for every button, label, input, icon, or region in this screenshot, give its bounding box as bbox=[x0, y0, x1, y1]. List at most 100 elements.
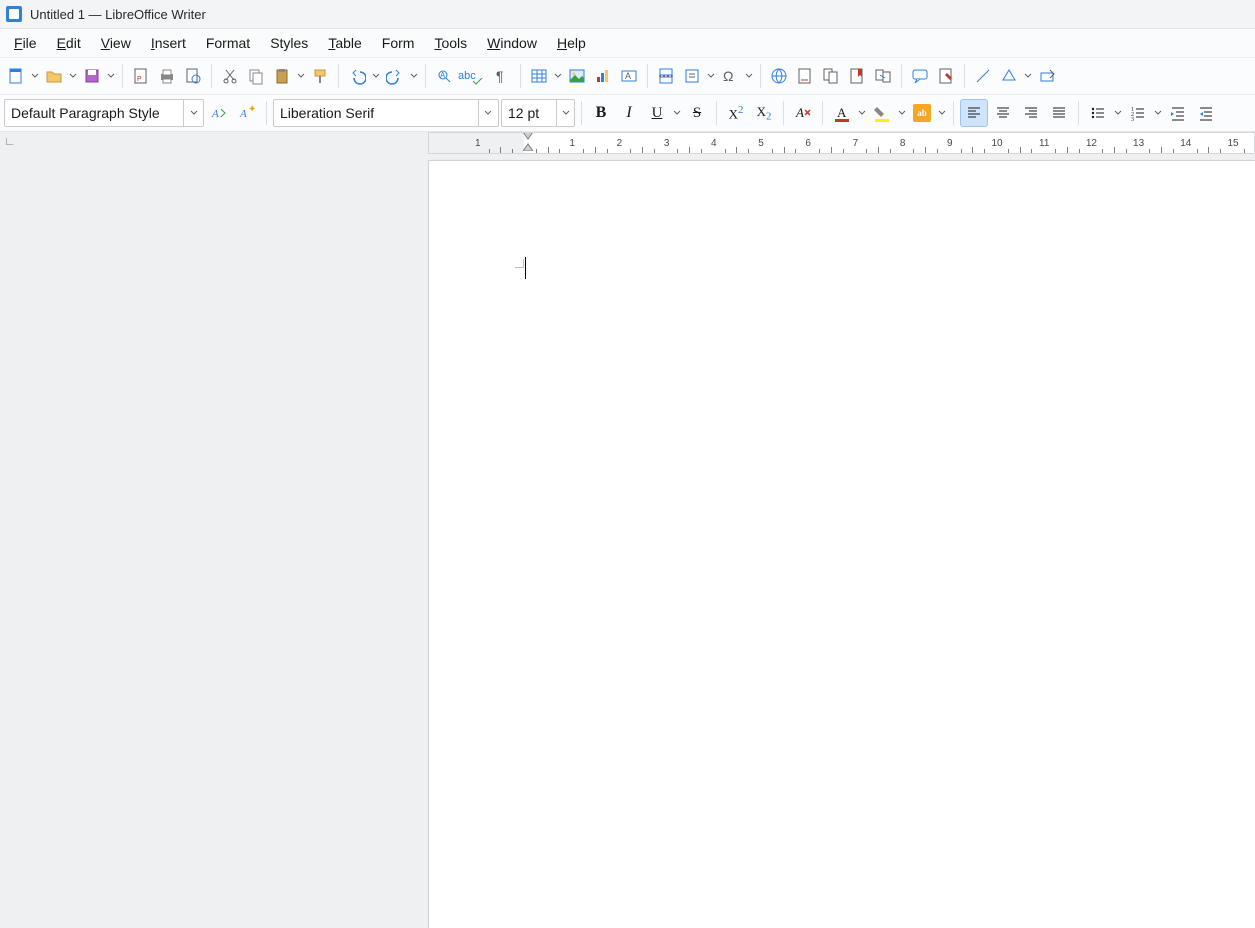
toolbar-sep bbox=[647, 64, 648, 88]
menu-window[interactable]: Window bbox=[477, 32, 547, 54]
print-preview-button[interactable] bbox=[181, 64, 205, 88]
character-highlighting-dropdown[interactable] bbox=[937, 101, 947, 125]
toolbar-sep bbox=[760, 64, 761, 88]
font-size-combo[interactable]: 12 pt bbox=[501, 99, 575, 127]
ordered-list-button[interactable]: 123 bbox=[1125, 100, 1151, 126]
menu-help[interactable]: Help bbox=[547, 32, 596, 54]
insert-page-break-button[interactable] bbox=[654, 64, 678, 88]
document-page[interactable] bbox=[428, 160, 1255, 928]
font-name-combo[interactable]: Liberation Serif bbox=[273, 99, 499, 127]
menu-table-rest: able bbox=[335, 35, 361, 51]
open-button[interactable] bbox=[42, 64, 66, 88]
insert-bookmark-button[interactable] bbox=[845, 64, 869, 88]
toolbar-sep bbox=[425, 64, 426, 88]
update-style-button[interactable]: A bbox=[206, 100, 232, 126]
character-highlighting-button[interactable]: ab bbox=[909, 100, 935, 126]
save-dropdown[interactable] bbox=[106, 64, 116, 88]
font-size-dropdown[interactable] bbox=[556, 100, 574, 126]
insert-field-button[interactable] bbox=[680, 64, 704, 88]
strikethrough-button[interactable]: S bbox=[684, 100, 710, 126]
save-button[interactable] bbox=[80, 64, 104, 88]
copy-button[interactable] bbox=[244, 64, 268, 88]
undo-dropdown[interactable] bbox=[371, 64, 381, 88]
unordered-list-dropdown[interactable] bbox=[1113, 101, 1123, 125]
menu-file[interactable]: File bbox=[4, 32, 47, 54]
svg-text:✦: ✦ bbox=[248, 104, 256, 115]
italic-button[interactable]: I bbox=[616, 100, 642, 126]
menu-table[interactable]: Table bbox=[318, 32, 371, 54]
insert-line-button[interactable] bbox=[971, 64, 995, 88]
export-pdf-button[interactable]: P bbox=[129, 64, 153, 88]
menu-styles[interactable]: Styles bbox=[260, 32, 318, 54]
menu-edit[interactable]: Edit bbox=[47, 32, 91, 54]
align-center-button[interactable] bbox=[990, 100, 1016, 126]
redo-button[interactable] bbox=[383, 64, 407, 88]
underline-dropdown[interactable] bbox=[672, 101, 682, 125]
subscript-button[interactable]: X2 bbox=[751, 100, 777, 126]
new-dropdown[interactable] bbox=[30, 64, 40, 88]
insert-cross-reference-button[interactable] bbox=[871, 64, 895, 88]
paragraph-style-dropdown[interactable] bbox=[183, 100, 203, 126]
align-left-button[interactable] bbox=[960, 99, 988, 127]
insert-symbol-dropdown[interactable] bbox=[744, 64, 754, 88]
ruler-tick: 9 bbox=[945, 133, 955, 153]
menu-format[interactable]: Format bbox=[196, 32, 260, 54]
insert-hyperlink-button[interactable] bbox=[767, 64, 791, 88]
ordered-list-dropdown[interactable] bbox=[1153, 101, 1163, 125]
clone-formatting-button[interactable] bbox=[308, 64, 332, 88]
show-draw-functions-button[interactable] bbox=[1035, 64, 1059, 88]
font-color-dropdown[interactable] bbox=[857, 101, 867, 125]
basic-shapes-dropdown[interactable] bbox=[1023, 64, 1033, 88]
increase-indent-button[interactable] bbox=[1165, 100, 1191, 126]
menu-format-label: Format bbox=[206, 35, 250, 51]
new-button[interactable] bbox=[4, 64, 28, 88]
font-name-value: Liberation Serif bbox=[274, 105, 478, 121]
font-name-dropdown[interactable] bbox=[478, 100, 498, 126]
find-replace-button[interactable]: A bbox=[432, 64, 456, 88]
clear-formatting-button[interactable]: A bbox=[790, 100, 816, 126]
decrease-indent-button[interactable] bbox=[1193, 100, 1219, 126]
menu-tools[interactable]: Tools bbox=[424, 32, 477, 54]
cut-button[interactable] bbox=[218, 64, 242, 88]
svg-text:A: A bbox=[440, 71, 446, 80]
superscript-button[interactable]: X2 bbox=[723, 100, 749, 126]
highlight-color-dropdown[interactable] bbox=[897, 101, 907, 125]
align-justify-button[interactable] bbox=[1046, 100, 1072, 126]
menu-form[interactable]: Form bbox=[372, 32, 425, 54]
font-color-button[interactable]: A bbox=[829, 100, 855, 126]
redo-dropdown[interactable] bbox=[409, 64, 419, 88]
spellcheck-button[interactable]: abc bbox=[458, 64, 488, 88]
insert-table-dropdown[interactable] bbox=[553, 64, 563, 88]
menu-view[interactable]: View bbox=[91, 32, 141, 54]
insert-chart-button[interactable] bbox=[591, 64, 615, 88]
insert-footnote-button[interactable] bbox=[793, 64, 817, 88]
strikethrough-icon: S bbox=[693, 105, 701, 122]
insert-endnote-button[interactable] bbox=[819, 64, 843, 88]
print-button[interactable] bbox=[155, 64, 179, 88]
new-style-button[interactable]: A✦ bbox=[234, 100, 260, 126]
bold-button[interactable]: B bbox=[588, 100, 614, 126]
align-right-button[interactable] bbox=[1018, 100, 1044, 126]
highlight-color-button[interactable] bbox=[869, 100, 895, 126]
basic-shapes-button[interactable] bbox=[997, 64, 1021, 88]
insert-image-button[interactable] bbox=[565, 64, 589, 88]
underline-button[interactable]: U bbox=[644, 100, 670, 126]
insert-symbol-button[interactable]: Ω bbox=[718, 64, 742, 88]
paste-button[interactable] bbox=[270, 64, 294, 88]
track-changes-button[interactable] bbox=[934, 64, 958, 88]
insert-textbox-button[interactable]: A bbox=[617, 64, 641, 88]
svg-text:A: A bbox=[837, 105, 847, 120]
undo-button[interactable] bbox=[345, 64, 369, 88]
paste-dropdown[interactable] bbox=[296, 64, 306, 88]
horizontal-ruler[interactable]: 1123456789101112131415 bbox=[428, 132, 1255, 154]
standard-toolbar: P A abc ¶ A Ω bbox=[0, 58, 1255, 95]
paragraph-style-combo[interactable]: Default Paragraph Style bbox=[4, 99, 204, 127]
font-size-value: 12 pt bbox=[502, 105, 556, 121]
unordered-list-button[interactable] bbox=[1085, 100, 1111, 126]
insert-table-button[interactable] bbox=[527, 64, 551, 88]
menu-insert[interactable]: Insert bbox=[141, 32, 196, 54]
insert-comment-button[interactable] bbox=[908, 64, 932, 88]
insert-field-dropdown[interactable] bbox=[706, 64, 716, 88]
formatting-marks-button[interactable]: ¶ bbox=[490, 64, 514, 88]
open-dropdown[interactable] bbox=[68, 64, 78, 88]
